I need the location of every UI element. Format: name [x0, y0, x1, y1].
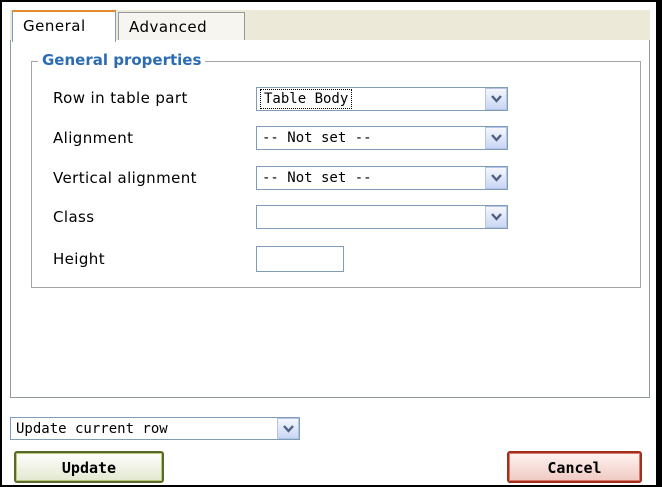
- height-input[interactable]: [256, 246, 344, 272]
- vertical-alignment-value: -- Not set --: [262, 170, 372, 186]
- update-scope-select[interactable]: Update current row: [10, 417, 300, 440]
- tab-bar: General Advanced: [10, 10, 650, 42]
- vertical-alignment-label: Vertical alignment: [53, 169, 197, 187]
- dialog-frame: General Advanced General properties Row …: [0, 0, 662, 487]
- tab-general[interactable]: General: [12, 10, 116, 42]
- chevron-down-icon[interactable]: [485, 167, 507, 189]
- update-button[interactable]: Update: [14, 451, 164, 483]
- chevron-down-icon[interactable]: [277, 418, 299, 439]
- chevron-down-icon[interactable]: [485, 127, 507, 149]
- cancel-button[interactable]: Cancel: [507, 451, 642, 483]
- class-select[interactable]: [256, 205, 508, 229]
- class-label: Class: [53, 208, 95, 226]
- vertical-alignment-select[interactable]: -- Not set --: [256, 166, 508, 190]
- alignment-select[interactable]: -- Not set --: [256, 126, 508, 150]
- row-in-table-part-value: Table Body: [259, 89, 353, 109]
- alignment-label: Alignment: [53, 129, 134, 147]
- row-in-table-part-label: Row in table part: [53, 89, 188, 107]
- fieldset-legend: General properties: [38, 51, 206, 69]
- row-in-table-part-select[interactable]: Table Body: [256, 87, 508, 111]
- update-scope-value: Update current row: [16, 421, 168, 437]
- chevron-down-icon[interactable]: [485, 206, 507, 228]
- tab-advanced[interactable]: Advanced: [118, 12, 245, 41]
- alignment-value: -- Not set --: [262, 130, 372, 146]
- height-label: Height: [53, 250, 105, 268]
- chevron-down-icon[interactable]: [485, 88, 507, 110]
- general-properties-fieldset: General properties Row in table part Tab…: [31, 51, 641, 288]
- general-panel: General properties Row in table part Tab…: [10, 40, 650, 398]
